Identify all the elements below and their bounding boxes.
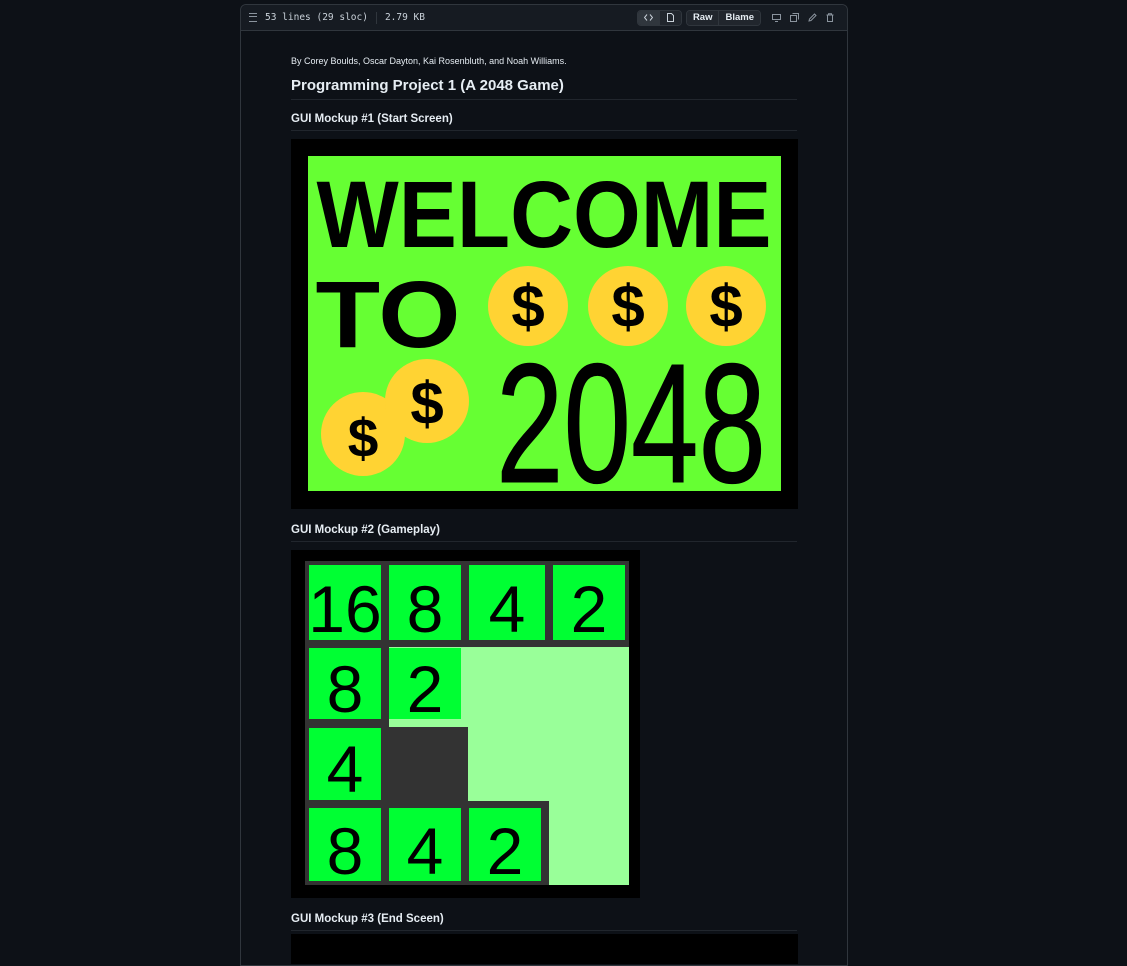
code-view-button[interactable] xyxy=(637,10,659,25)
start-screen-art: WELCOME TO $ $ $ $ $ 2048 xyxy=(308,156,781,520)
board-row: 4 xyxy=(309,728,381,806)
tile-value: 16 xyxy=(308,572,381,646)
tile-value: 8 xyxy=(327,814,364,888)
file-header: 53 lines (29 sloc) 2.79 KB Raw Blame xyxy=(241,5,847,31)
welcome-text: WELCOME xyxy=(317,162,772,268)
raw-button[interactable]: Raw xyxy=(686,10,719,25)
readme-content: By Corey Boulds, Oscar Dayton, Kai Rosen… xyxy=(291,32,798,964)
header-divider xyxy=(375,11,377,24)
tile-value: 8 xyxy=(407,572,444,646)
desktop-icon[interactable] xyxy=(767,11,785,25)
file-viewer: 53 lines (29 sloc) 2.79 KB Raw Blame By … xyxy=(240,4,848,966)
mockup2-heading: GUI Mockup #2 (Gameplay) xyxy=(291,523,797,542)
gameplay-image[interactable]: 16 8 4 2 8 2 4 8 4 2 xyxy=(291,550,640,898)
page-title: Programming Project 1 (A 2048 Game) xyxy=(291,68,797,100)
mockup1-heading: GUI Mockup #1 (Start Screen) xyxy=(291,112,797,131)
tile-value: 2 xyxy=(571,572,608,646)
tile-value: 2 xyxy=(487,814,524,888)
tile-value: 4 xyxy=(407,814,444,888)
code-icon xyxy=(643,14,653,21)
blame-button[interactable]: Blame xyxy=(718,10,760,25)
game-number-text: 2048 xyxy=(496,329,766,509)
tile-value: 8 xyxy=(327,652,364,726)
gameplay-board: 16 8 4 2 8 2 4 8 4 2 xyxy=(305,561,629,888)
file-size: 2.79 KB xyxy=(384,12,425,23)
file-icon xyxy=(666,13,674,22)
start-screen-image[interactable]: WELCOME TO $ $ $ $ $ 2048 xyxy=(291,139,798,520)
tile-value: 4 xyxy=(327,732,364,806)
view-toggle xyxy=(636,9,682,26)
coin-symbol: $ xyxy=(410,370,443,437)
line-count: 53 lines (29 sloc) xyxy=(265,12,368,23)
tile-value: 4 xyxy=(489,572,526,646)
list-icon xyxy=(249,13,257,22)
tile-value: 2 xyxy=(407,652,444,726)
end-screen-image[interactable] xyxy=(291,934,798,964)
pencil-icon[interactable] xyxy=(803,11,821,25)
to-text: TO xyxy=(316,262,461,368)
preview-button[interactable] xyxy=(658,10,681,25)
mockup3-heading: GUI Mockup #3 (End Sceen) xyxy=(291,912,797,931)
byline: By Corey Boulds, Oscar Dayton, Kai Rosen… xyxy=(291,56,567,66)
copy-icon[interactable] xyxy=(785,11,803,25)
coin-symbol: $ xyxy=(348,407,379,469)
raw-blame-group: Raw Blame xyxy=(685,9,761,26)
board-row: 8 4 2 xyxy=(309,808,541,888)
trash-icon[interactable] xyxy=(821,11,839,25)
